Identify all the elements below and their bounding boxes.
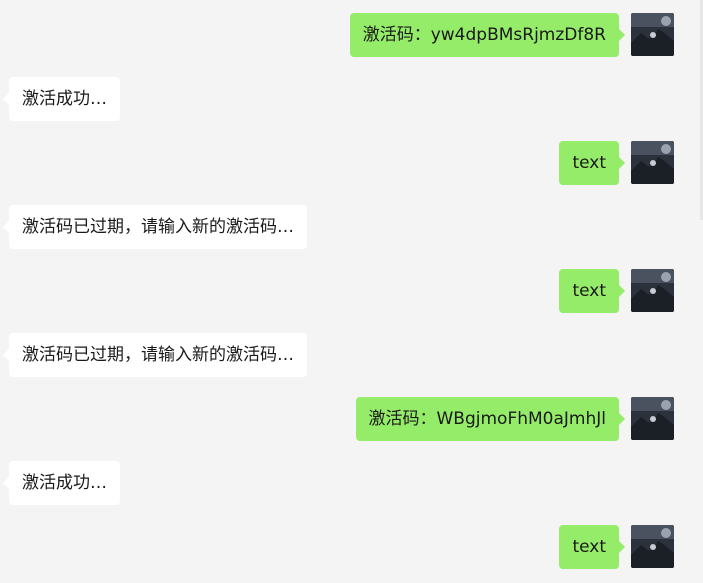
user-avatar-icon[interactable] xyxy=(631,525,674,568)
message-bubble-outgoing[interactable]: text xyxy=(559,141,625,185)
message-bubble-outgoing[interactable]: text xyxy=(559,525,625,569)
message-bubble-incoming[interactable]: 激活码已过期，请输入新的激活码… xyxy=(3,205,307,249)
user-avatar-icon[interactable] xyxy=(631,141,674,184)
user-avatar-icon[interactable] xyxy=(631,13,674,56)
message-bubble-incoming[interactable]: 激活成功… xyxy=(3,77,120,121)
message-bubble-outgoing[interactable]: 激活码：WBgjmoFhM0aJmhJl xyxy=(355,397,625,441)
message-bubble-incoming[interactable]: 激活成功… xyxy=(3,461,120,505)
message-bubble-outgoing[interactable]: 激活码：yw4dpBMsRjmzDf8R xyxy=(349,13,626,57)
user-avatar-icon[interactable] xyxy=(631,269,674,312)
chat-window: 激活码：yw4dpBMsRjmzDf8R 激活成功… text 激活码已过期，请… xyxy=(0,0,703,583)
user-avatar-icon[interactable] xyxy=(631,397,674,440)
message-bubble-outgoing[interactable]: text xyxy=(559,269,625,313)
message-bubble-incoming[interactable]: 激活码已过期，请输入新的激活码… xyxy=(3,333,307,377)
